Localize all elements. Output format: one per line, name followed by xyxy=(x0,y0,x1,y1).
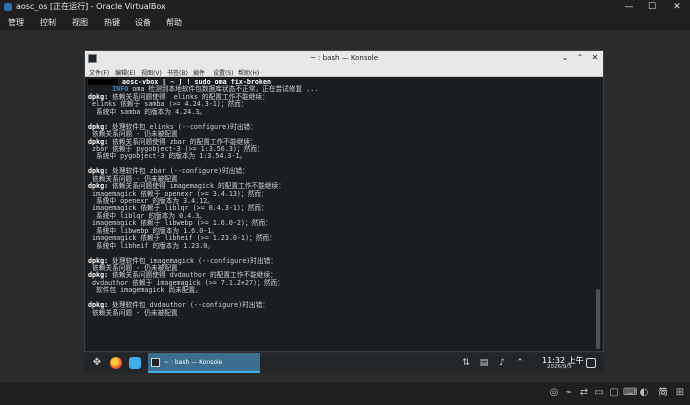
vbox-menubar: 管理 控制 视图 热键 设备 帮助 xyxy=(0,14,690,30)
expand-tray-icon[interactable]: ⌃ xyxy=(514,357,526,369)
konsole-menu-edit[interactable]: 编辑(E) xyxy=(115,68,135,77)
menu-devices[interactable]: 设备 xyxy=(135,17,151,28)
maximize-button[interactable]: ☐ xyxy=(643,0,661,14)
terminal-line: 依赖关系问题 - 仍未被配置 xyxy=(88,308,592,317)
taskbar-konsole-label: ~ : bash — Konsole xyxy=(164,359,223,366)
network-icon[interactable]: ⇄ xyxy=(578,387,590,399)
vm-icon[interactable]: ⊞ xyxy=(674,387,686,399)
menu-manage[interactable]: 管理 xyxy=(8,17,24,28)
menu-hotkey[interactable]: 热键 xyxy=(104,17,120,28)
vbox-statusbar: ◎ ⌁ ⇄ ▭ ▢ ⌨ ◐ 简 ⊞ xyxy=(0,382,690,405)
konsole-window[interactable]: ~ : bash — Konsole ⌄ ⌃ ✕ 文件(F) 编辑(E) 视图(… xyxy=(84,50,604,352)
konsole-menu-bookmarks[interactable]: 书签(B) xyxy=(167,68,188,77)
guest-display[interactable]: ~ : bash — Konsole ⌄ ⌃ ✕ 文件(F) 编辑(E) 视图(… xyxy=(0,30,690,382)
file-manager-icon[interactable] xyxy=(129,357,141,369)
konsole-titlebar[interactable]: ~ : bash — Konsole ⌄ ⌃ ✕ xyxy=(85,51,603,67)
plasma-panel: ✥ ~ : bash — Konsole ⇅ ▤ ♪ ⌃ 11:32 上午 20… xyxy=(84,353,604,373)
minimize-button[interactable]: — xyxy=(620,0,638,14)
usb-icon[interactable]: ⌁ xyxy=(563,387,575,399)
konsole-title: ~ : bash — Konsole xyxy=(309,54,379,62)
konsole-icon xyxy=(151,358,160,367)
konsole-close-icon[interactable]: ✕ xyxy=(589,53,601,62)
menu-help[interactable]: 帮助 xyxy=(166,17,182,28)
terminal-line: 系统中 samba 的版本为 4.24.3。 xyxy=(88,107,592,116)
konsole-menu-settings[interactable]: 设置(S) xyxy=(213,68,234,77)
terminal-scrollbar[interactable] xyxy=(596,79,601,351)
virtualbox-icon xyxy=(4,3,12,11)
terminal-line: 系统中 pygobject-3 的版本为 1:3.54.3-1。 xyxy=(88,153,592,160)
clock-date: 2026/9/5 xyxy=(547,364,572,370)
terminal-line: 系统中 libheif 的版本为 1.23.0。 xyxy=(88,241,592,250)
konsole-menu-help[interactable]: 帮助(H) xyxy=(238,68,259,77)
ime-indicator[interactable]: 简 xyxy=(656,387,670,399)
vbox-window-title: aosc_os [正在运行] - Oracle VirtualBox xyxy=(16,2,166,11)
terminal-line: 软件包 imagemagick 尚未配置。 xyxy=(88,287,592,294)
konsole-menu-view[interactable]: 视图(V) xyxy=(141,68,162,77)
terminal-text: 系统中 libheif 的版本为 1.23.0。 xyxy=(88,241,214,250)
konsole-minimize-icon[interactable]: ⌄ xyxy=(559,53,571,62)
cd-icon[interactable]: ◎ xyxy=(548,387,560,399)
keyboard-icon[interactable]: ⌨ xyxy=(623,387,637,399)
mouse-icon[interactable]: ◐ xyxy=(638,387,650,399)
disk-icon[interactable]: ▭ xyxy=(593,387,605,399)
volume-tray-icon[interactable]: ♪ xyxy=(496,357,508,369)
show-desktop-icon[interactable] xyxy=(586,358,596,368)
terminal-text: 软件包 imagemagick 尚未配置。 xyxy=(88,286,202,295)
terminal-output[interactable]: aosc-vbox [ ~ ] ! sudo oma fix-broken IN… xyxy=(88,79,592,351)
konsole-menu-file[interactable]: 文件(F) xyxy=(89,68,109,77)
terminal-text: 依赖关系问题 - 仍未被配置 xyxy=(88,308,178,317)
konsole-menu-plugins[interactable]: 插件 xyxy=(193,68,205,77)
taskbar-konsole[interactable]: ~ : bash — Konsole xyxy=(148,353,260,373)
app-launcher-icon[interactable]: ✥ xyxy=(91,357,103,369)
scrollbar-thumb[interactable] xyxy=(596,289,600,349)
konsole-maximize-icon[interactable]: ⌃ xyxy=(574,53,586,62)
terminal-text: 系统中 pygobject-3 的版本为 1:3.54.3-1。 xyxy=(88,152,247,161)
menu-view[interactable]: 视图 xyxy=(72,17,88,28)
menu-control[interactable]: 控制 xyxy=(40,17,56,28)
close-button[interactable]: ✕ xyxy=(668,0,686,14)
clipboard-tray-icon[interactable]: ▤ xyxy=(478,357,490,369)
firefox-icon[interactable] xyxy=(110,357,122,369)
terminal-text: 系统中 samba 的版本为 4.24.3。 xyxy=(88,107,206,116)
konsole-menubar: 文件(F) 编辑(E) 视图(V) 书签(B) 插件 设置(S) 帮助(H) xyxy=(85,67,603,77)
vbox-titlebar: aosc_os [正在运行] - Oracle VirtualBox — ☐ ✕ xyxy=(0,0,690,14)
network-tray-icon[interactable]: ⇅ xyxy=(460,357,472,369)
display-icon[interactable]: ▢ xyxy=(608,387,620,399)
